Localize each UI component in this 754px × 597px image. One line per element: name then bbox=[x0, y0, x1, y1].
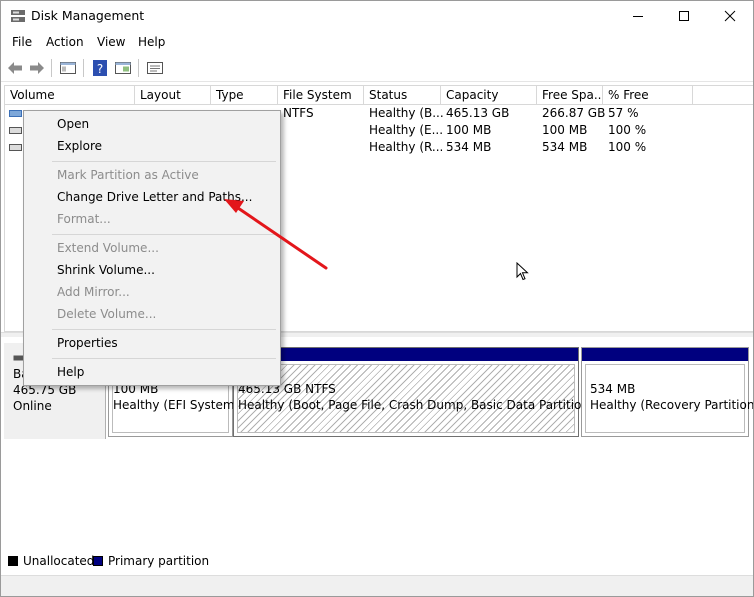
maximize-icon bbox=[679, 11, 689, 21]
menu-view[interactable]: View bbox=[97, 35, 125, 49]
minimize-button[interactable] bbox=[615, 1, 661, 31]
cell-capacity: 534 MB bbox=[446, 140, 492, 154]
volume-icon bbox=[9, 127, 22, 134]
properties-icon[interactable] bbox=[146, 59, 164, 77]
legend-swatch-primary bbox=[93, 556, 103, 566]
volume-icon bbox=[9, 110, 22, 117]
close-button[interactable] bbox=[707, 1, 753, 31]
partition-bar bbox=[234, 348, 578, 361]
cell-percent-free: 100 % bbox=[608, 123, 647, 137]
toolbar-separator bbox=[83, 59, 84, 77]
column-status[interactable]: Status bbox=[364, 86, 441, 104]
cell-status: Healthy (B... bbox=[369, 106, 444, 120]
partition-boot[interactable]: 465.13 GB NTFS Healthy (Boot, Page File,… bbox=[233, 347, 594, 437]
legend-unallocated: Unallocated bbox=[23, 554, 95, 568]
cell-file-system: NTFS bbox=[283, 106, 314, 120]
cell-free-space: 534 MB bbox=[542, 140, 588, 154]
cell-free-space: 100 MB bbox=[542, 123, 588, 137]
title-bar: Disk Management bbox=[1, 1, 753, 31]
menu-file[interactable]: File bbox=[12, 35, 32, 49]
legend-swatch-unallocated bbox=[8, 556, 18, 566]
column-volume[interactable]: Volume bbox=[5, 86, 135, 104]
console-tree-icon[interactable] bbox=[59, 59, 77, 77]
legend: Unallocated Primary partition bbox=[1, 553, 753, 571]
cell-status: Healthy (E... bbox=[369, 123, 444, 137]
menu-item-delete-volume: Delete Volume... bbox=[57, 307, 157, 321]
list-header: Volume Layout Type File System Status Ca… bbox=[5, 86, 753, 105]
window-title: Disk Management bbox=[31, 8, 145, 23]
menu-item-mark-active: Mark Partition as Active bbox=[57, 168, 199, 182]
back-arrow-icon[interactable] bbox=[6, 59, 24, 77]
toolbar-separator bbox=[51, 59, 52, 77]
menu-item-extend-volume: Extend Volume... bbox=[57, 241, 159, 255]
partition-recovery[interactable]: 534 MB Healthy (Recovery Partition) bbox=[581, 347, 753, 437]
toolbar-separator bbox=[138, 59, 139, 77]
mouse-cursor-icon bbox=[516, 262, 529, 281]
maximize-button[interactable] bbox=[661, 1, 707, 31]
menu-action[interactable]: Action bbox=[46, 35, 84, 49]
close-icon bbox=[724, 10, 736, 22]
disk-management-window: Disk Management File Action View Help ? … bbox=[0, 0, 754, 597]
menu-separator bbox=[52, 329, 276, 330]
partition-status: Healthy (Recovery Partition) bbox=[590, 398, 754, 412]
menu-separator bbox=[52, 358, 276, 359]
help-icon[interactable]: ? bbox=[91, 59, 109, 77]
cell-status: Healthy (R... bbox=[369, 140, 444, 154]
svg-text:?: ? bbox=[97, 62, 103, 76]
menu-item-shrink-volume[interactable]: Shrink Volume... bbox=[57, 263, 155, 277]
menu-item-properties[interactable]: Properties bbox=[57, 336, 118, 350]
menu-separator bbox=[52, 161, 276, 162]
minimize-icon bbox=[633, 16, 643, 17]
partition-status: Healthy (Boot, Page File, Crash Dump, Ba… bbox=[238, 398, 594, 412]
status-bar bbox=[1, 575, 753, 596]
toolbar: ? bbox=[1, 55, 753, 82]
partition-bar bbox=[582, 348, 748, 361]
show-hide-pane-icon[interactable] bbox=[114, 59, 132, 77]
column-capacity[interactable]: Capacity bbox=[441, 86, 537, 104]
column-free-space[interactable]: Free Spa... bbox=[537, 86, 603, 104]
disk-management-icon bbox=[11, 10, 25, 22]
context-menu: Open Explore Mark Partition as Active Ch… bbox=[23, 110, 281, 386]
menu-item-add-mirror: Add Mirror... bbox=[57, 285, 130, 299]
cell-free-space: 266.87 GB bbox=[542, 106, 606, 120]
menu-item-open[interactable]: Open bbox=[57, 117, 89, 131]
cell-percent-free: 57 % bbox=[608, 106, 639, 120]
column-file-system[interactable]: File System bbox=[278, 86, 364, 104]
forward-arrow-icon[interactable] bbox=[28, 59, 46, 77]
partition-size: 534 MB bbox=[590, 382, 636, 396]
menu-item-explore[interactable]: Explore bbox=[57, 139, 102, 153]
cell-percent-free: 100 % bbox=[608, 140, 647, 154]
column-percent-free[interactable]: % Free bbox=[603, 86, 693, 104]
column-type[interactable]: Type bbox=[211, 86, 278, 104]
cell-capacity: 100 MB bbox=[446, 123, 492, 137]
legend-primary: Primary partition bbox=[108, 554, 210, 568]
disk-state: Online bbox=[13, 399, 52, 413]
menu-item-help[interactable]: Help bbox=[57, 365, 84, 379]
partition-status: Healthy (EFI System bbox=[113, 398, 235, 412]
column-layout[interactable]: Layout bbox=[135, 86, 211, 104]
menu-item-change-drive-letter[interactable]: Change Drive Letter and Paths... bbox=[57, 190, 252, 204]
menu-bar: File Action View Help bbox=[1, 33, 753, 53]
menu-separator bbox=[52, 234, 276, 235]
menu-item-format: Format... bbox=[57, 212, 111, 226]
menu-help[interactable]: Help bbox=[138, 35, 165, 49]
volume-icon bbox=[9, 144, 22, 151]
cell-capacity: 465.13 GB bbox=[446, 106, 510, 120]
